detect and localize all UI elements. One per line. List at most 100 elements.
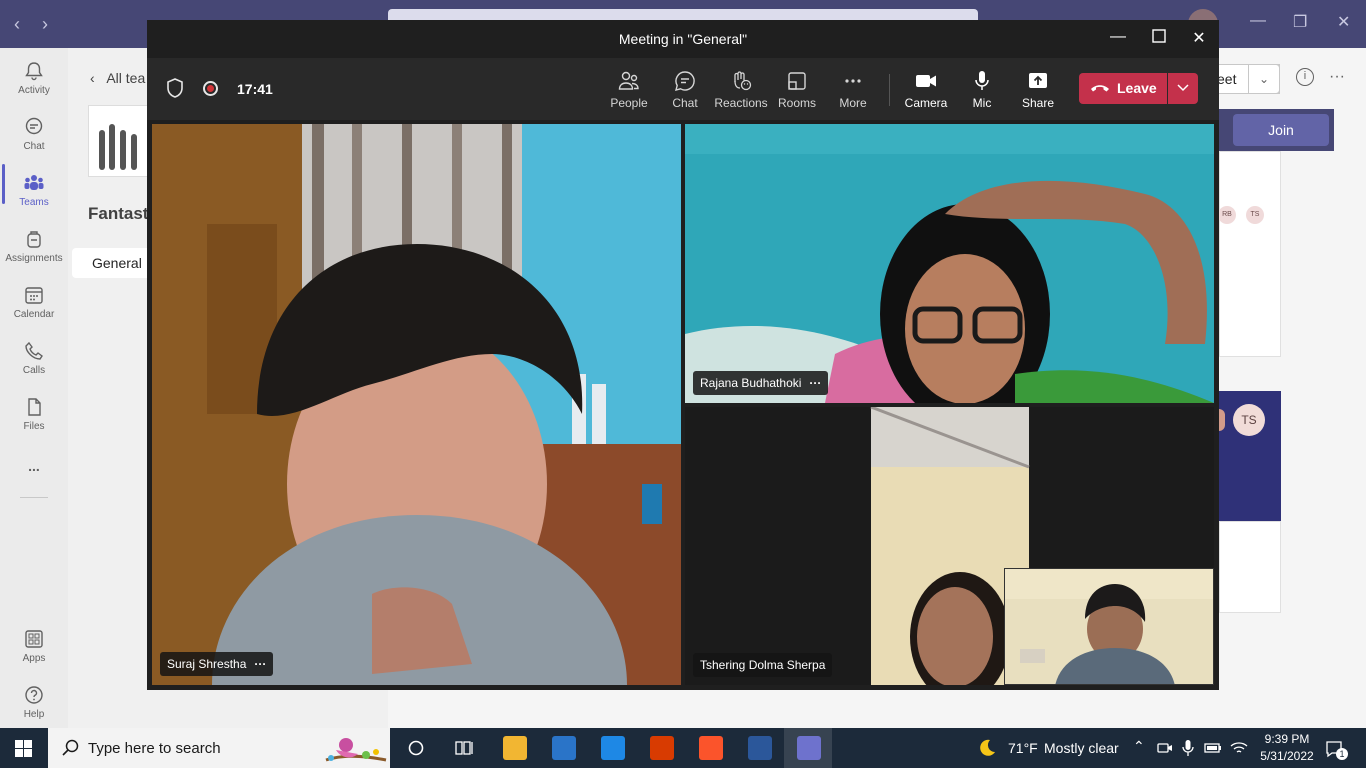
- leave-label: Leave: [1117, 80, 1157, 96]
- close-icon[interactable]: ✕: [1337, 12, 1350, 32]
- rail-calls[interactable]: Calls: [0, 340, 68, 376]
- mic-icon: [975, 71, 989, 90]
- meeting-window: Meeting in "General" — ✕ 17:41 People Ch…: [147, 20, 1219, 690]
- rail-activity-label: Activity: [18, 85, 50, 96]
- avatar: [1219, 409, 1225, 431]
- rail-calendar[interactable]: Calendar: [0, 284, 68, 320]
- microphone-in-use-icon[interactable]: [1182, 739, 1194, 757]
- calendar-icon: [25, 287, 43, 304]
- participant-more-icon[interactable]: ···: [809, 376, 821, 390]
- rail-calendar-label: Calendar: [13, 309, 55, 320]
- leave-button[interactable]: Leave: [1079, 73, 1167, 104]
- chat-icon: [25, 117, 43, 135]
- chevron-up-icon[interactable]: ⌃: [1133, 738, 1145, 755]
- people-icon: [618, 71, 639, 90]
- meeting-titlebar: Meeting in "General" — ✕: [147, 20, 1219, 58]
- cortana-icon[interactable]: [408, 740, 424, 756]
- meet-dropdown-chevron-icon[interactable]: ⌄: [1248, 64, 1280, 94]
- minimize-icon[interactable]: —: [1250, 12, 1266, 30]
- teams-icon: [24, 175, 44, 190]
- team-name[interactable]: Fantast: [88, 204, 148, 224]
- windows-start-icon[interactable]: [15, 740, 32, 757]
- reactions-label: Reactions: [714, 96, 768, 110]
- task-view-icon[interactable]: [455, 740, 473, 756]
- microsoft-store-icon[interactable]: [552, 736, 576, 760]
- rail-chat[interactable]: Chat: [0, 116, 68, 152]
- self-view-video[interactable]: [1004, 568, 1214, 685]
- weather-desc[interactable]: Mostly clear: [1044, 740, 1119, 756]
- clock-date[interactable]: 5/31/2022: [1252, 749, 1322, 763]
- join-button[interactable]: Join: [1233, 114, 1329, 146]
- back-arrow-icon[interactable]: ‹: [14, 14, 20, 35]
- team-image: [88, 105, 148, 177]
- minimize-icon[interactable]: —: [1107, 28, 1129, 50]
- mail-icon[interactable]: [601, 736, 625, 760]
- camera-in-use-icon[interactable]: [1157, 740, 1173, 756]
- office-icon[interactable]: [650, 736, 674, 760]
- rail-files[interactable]: Files: [0, 396, 68, 432]
- mic-button[interactable]: Mic: [954, 70, 1010, 110]
- rooms-label: Rooms: [777, 96, 816, 110]
- battery-icon[interactable]: [1204, 741, 1222, 755]
- close-icon[interactable]: ✕: [1188, 28, 1210, 50]
- share-label: Share: [1021, 96, 1055, 110]
- rooms-button[interactable]: Rooms: [769, 70, 825, 110]
- avatar: RB: [1218, 206, 1236, 224]
- maximize-icon[interactable]: [1148, 29, 1170, 51]
- rail-calls-label: Calls: [22, 365, 46, 376]
- chat-button[interactable]: Chat: [657, 70, 713, 110]
- rail-more[interactable]: ...: [0, 458, 68, 474]
- word-icon[interactable]: [748, 736, 772, 760]
- bird-doodle-icon: [325, 738, 387, 762]
- meeting-toolbar: 17:41 People Chat Reactions Rooms More C…: [147, 58, 1219, 120]
- more-button[interactable]: More: [825, 70, 881, 110]
- weather-temp[interactable]: 71°F: [1008, 740, 1038, 756]
- rail-divider: [20, 497, 48, 498]
- rail-files-label: Files: [23, 421, 45, 432]
- phone-icon: [25, 341, 43, 360]
- restore-icon[interactable]: ❐: [1293, 12, 1307, 32]
- post-card: [1219, 151, 1281, 357]
- reactions-button[interactable]: Reactions: [713, 70, 769, 110]
- participant-name: Rajana Budhathoki: [700, 376, 802, 390]
- rail-apps[interactable]: Apps: [0, 628, 68, 664]
- rail-activity[interactable]: Activity: [0, 60, 68, 96]
- wifi-icon[interactable]: [1230, 740, 1248, 756]
- people-button[interactable]: People: [601, 70, 657, 110]
- shield-icon[interactable]: [165, 77, 185, 99]
- reactions-icon: [734, 71, 752, 91]
- file-icon: [28, 398, 41, 416]
- camera-label: Camera: [904, 96, 948, 110]
- clock-time[interactable]: 9:39 PM: [1252, 732, 1322, 746]
- back-to-teams[interactable]: ‹ All tea: [90, 70, 145, 86]
- rail-teams-label: Teams: [19, 197, 49, 208]
- rail-teams[interactable]: Teams: [0, 172, 68, 208]
- file-explorer-icon[interactable]: [503, 736, 527, 760]
- more-options-icon[interactable]: ···: [1329, 68, 1345, 86]
- chevron-down-icon: [1177, 84, 1189, 92]
- participant-name: Suraj Shrestha: [167, 657, 247, 671]
- chat-label: Chat: [672, 96, 698, 110]
- search-icon: [62, 739, 79, 756]
- taskbar-search-box[interactable]: Type here to search: [48, 728, 390, 768]
- participant-name: Tshering Dolma Sherpa: [700, 658, 826, 672]
- rail-help[interactable]: Help: [0, 684, 68, 720]
- meeting-timer: 17:41: [237, 81, 273, 97]
- forward-arrow-icon[interactable]: ›: [42, 14, 48, 35]
- weather-moon-icon[interactable]: [976, 737, 998, 759]
- video-tile-rajana[interactable]: Rajana Budhathoki ···: [685, 124, 1214, 403]
- participant-name-tag: Tshering Dolma Sherpa: [693, 653, 833, 677]
- rail-apps-label: Apps: [22, 653, 46, 664]
- leave-options-button[interactable]: [1168, 73, 1198, 104]
- camera-button[interactable]: Camera: [898, 70, 954, 110]
- share-icon: [1029, 73, 1047, 88]
- share-button[interactable]: Share: [1010, 70, 1066, 110]
- camera-icon: [916, 75, 936, 87]
- app-rail: Activity Chat Teams Assignments Calendar…: [0, 48, 68, 728]
- info-icon[interactable]: i: [1296, 68, 1314, 86]
- video-tile-suraj[interactable]: Suraj Shrestha ···: [152, 124, 681, 685]
- brave-browser-icon[interactable]: [699, 736, 723, 760]
- rail-assignments[interactable]: Assignments: [0, 228, 68, 264]
- participant-video: [685, 124, 1214, 403]
- participant-more-icon[interactable]: ···: [254, 657, 266, 671]
